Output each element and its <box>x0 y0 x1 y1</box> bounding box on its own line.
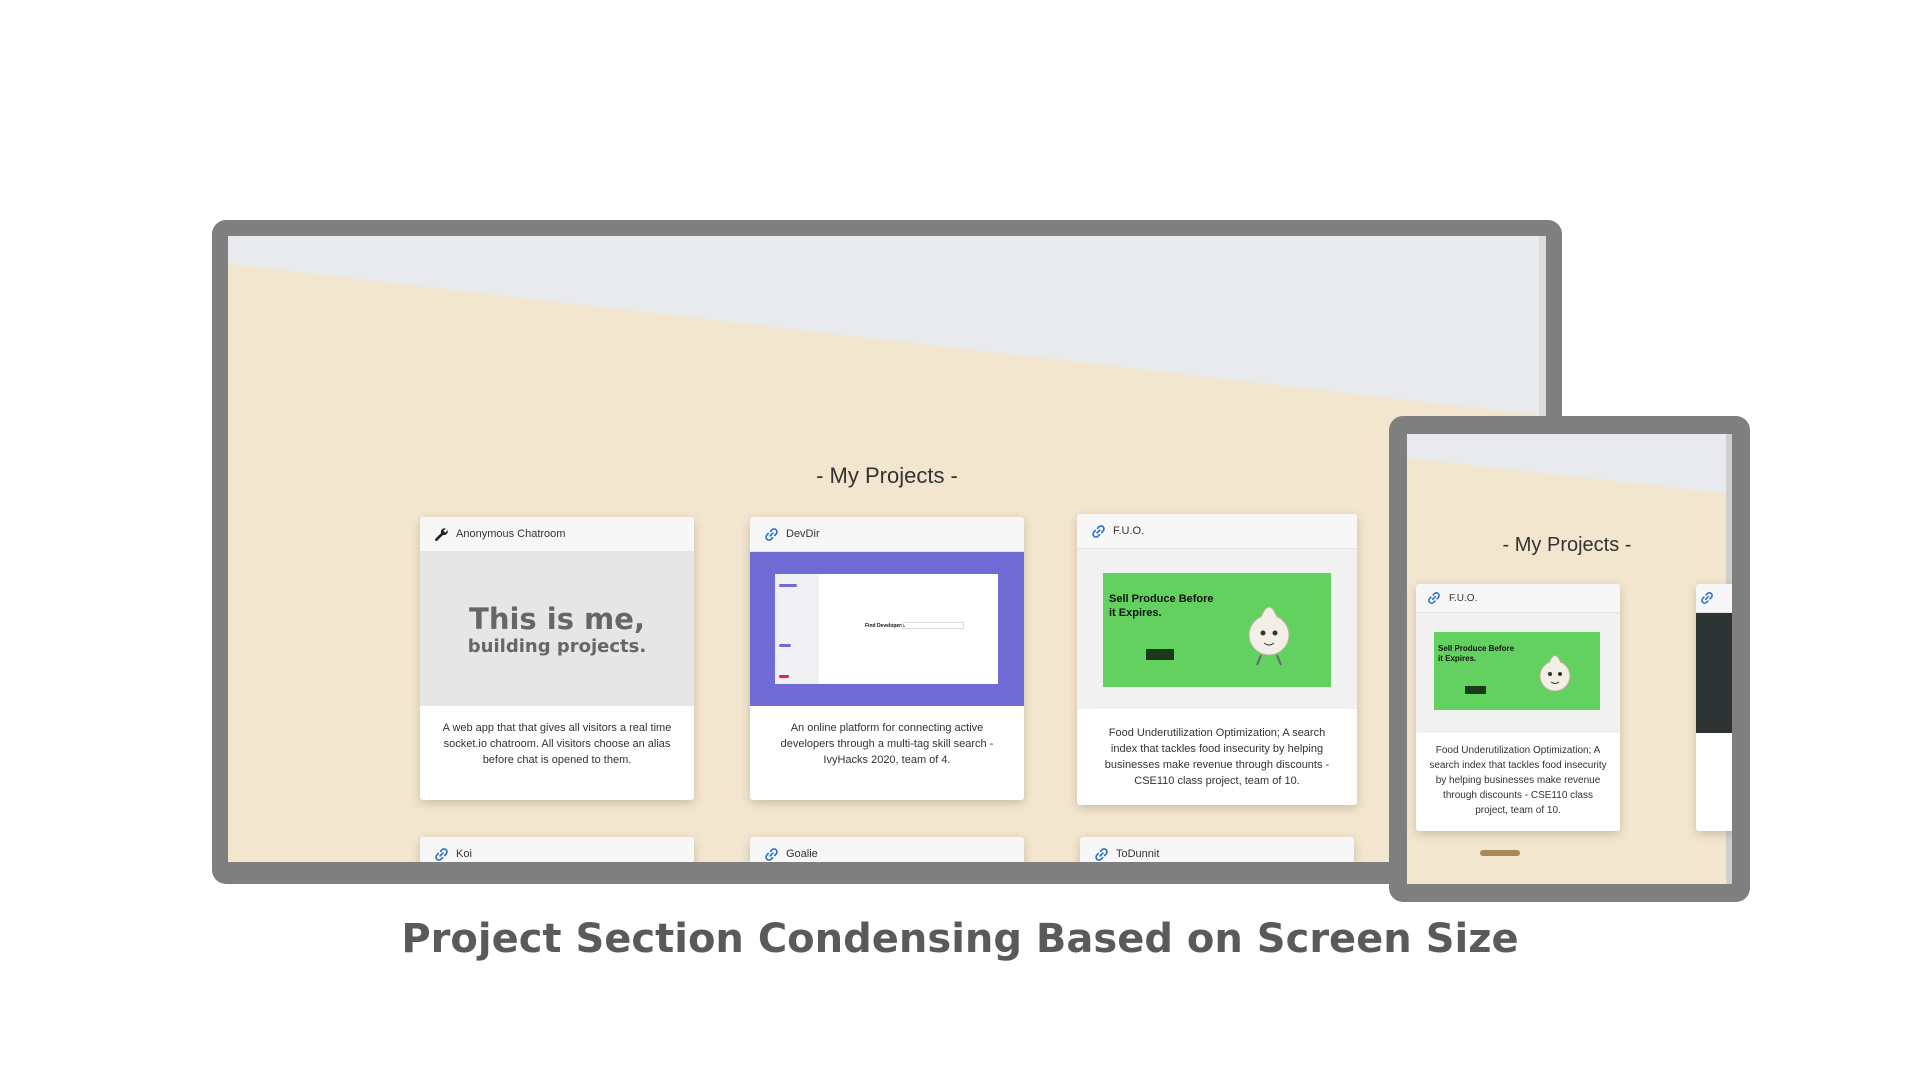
link-icon <box>1427 590 1443 606</box>
card-description: An online platform for connecting active… <box>780 722 994 766</box>
card-header: DevDir <box>750 517 1024 552</box>
link-icon <box>434 846 450 862</box>
wrench-icon <box>434 526 450 542</box>
project-card-goalie[interactable]: Goalie <box>750 837 1024 862</box>
card-image <box>1696 613 1732 733</box>
devdir-heading: Find Developers. <box>865 623 906 629</box>
desktop-screen: - My Projects - Anonymous Chatroom This … <box>228 236 1546 862</box>
link-icon <box>764 846 780 862</box>
card-title[interactable]: ToDunnit <box>1116 848 1159 860</box>
card-description: Food Underutilization Optimization; A se… <box>1104 727 1330 787</box>
card-image: Find Developers. <box>750 552 1024 706</box>
card-header: F.U.O. <box>1077 514 1357 549</box>
link-icon <box>1091 523 1107 539</box>
card-description: Food Underutilization Optimization; A se… <box>1429 745 1607 816</box>
card-header: Anonymous Chatroom <box>420 517 694 552</box>
tablet-frame: - My Projects - F.U.O. Sell Produce Befo… <box>1389 416 1750 902</box>
devdir-screenshot: Find Developers. <box>775 574 998 684</box>
card-image: Sell Produce Before it Expires. <box>1077 549 1357 709</box>
image-subheading: building projects. <box>467 635 647 657</box>
garlic-mascot-image <box>1248 606 1290 666</box>
link-icon <box>764 526 780 542</box>
fuo-screenshot: Sell Produce Before it Expires. <box>1103 573 1331 687</box>
project-card-todunnit[interactable]: ToDunnit <box>1080 837 1354 862</box>
card-header: Goalie <box>750 837 1024 862</box>
project-card-anonymous-chatroom[interactable]: Anonymous Chatroom This is me, building … <box>420 517 694 800</box>
tablet-carousel-scrollbar[interactable] <box>1480 850 1520 856</box>
image-heading: This is me, <box>469 601 645 636</box>
section-title: - My Projects - <box>816 463 958 488</box>
card-title[interactable]: F.U.O. <box>1449 593 1477 604</box>
fuo-heading: Sell Produce Before it Expires. <box>1438 644 1515 663</box>
card-title[interactable]: Goalie <box>786 848 818 860</box>
fuo-screenshot: Sell Produce Before it Expires. <box>1434 632 1600 710</box>
card-image: This is me, building projects. <box>420 552 694 706</box>
card-image: Sell Produce Before it Expires. <box>1416 613 1620 733</box>
desktop-monitor-frame: - My Projects - Anonymous Chatroom This … <box>212 220 1562 884</box>
card-title[interactable]: Koi <box>456 848 472 860</box>
project-card-koi[interactable]: Koi <box>420 837 694 862</box>
card-title[interactable]: Anonymous Chatroom <box>456 528 565 540</box>
card-header: ToDunnit <box>1080 837 1354 862</box>
card-title[interactable]: DevDir <box>786 528 820 540</box>
card-header: Koi <box>420 837 694 862</box>
fuo-heading: Sell Produce Before it Expires. <box>1109 593 1214 619</box>
project-card-fuo[interactable]: F.U.O. Sell Produce Before it Expires. F… <box>1077 514 1357 805</box>
tablet-next-card-peek[interactable] <box>1696 584 1732 831</box>
card-header <box>1696 584 1732 613</box>
tablet-screen: - My Projects - F.U.O. Sell Produce Befo… <box>1407 434 1732 884</box>
card-description: A web app that that gives all visitors a… <box>442 722 672 766</box>
tablet-section-title: - My Projects - <box>1502 534 1632 556</box>
fuo-start-button <box>1146 649 1174 660</box>
fuo-start-button <box>1465 686 1486 694</box>
link-icon <box>1094 846 1110 862</box>
tablet-project-card-fuo[interactable]: F.U.O. Sell Produce Before it Expires. F… <box>1416 584 1620 831</box>
project-card-devdir[interactable]: DevDir Find Developers. An online platfo… <box>750 517 1024 800</box>
card-header: F.U.O. <box>1416 584 1620 613</box>
garlic-mascot-image <box>1539 655 1571 692</box>
caption: Project Section Condensing Based on Scre… <box>401 916 1519 962</box>
card-title[interactable]: F.U.O. <box>1113 525 1144 537</box>
link-icon <box>1700 590 1716 606</box>
